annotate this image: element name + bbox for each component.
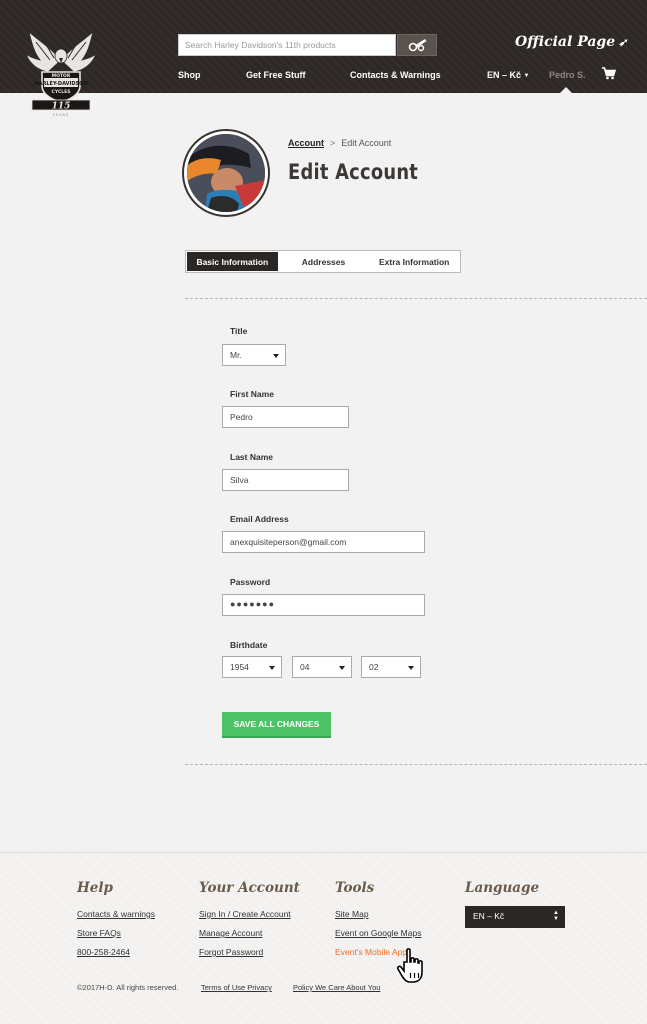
caret-down-icon: ▼	[523, 73, 530, 79]
account-tabs: Basic Information Addresses Extra Inform…	[185, 250, 461, 273]
svg-text:CYCLES: CYCLES	[52, 89, 71, 95]
birthdate-label: Birthdate	[230, 640, 268, 650]
terms-link[interactable]: Terms of Use Privacy	[201, 983, 272, 992]
copyright-text: ©2017H-D. All rights reserved.	[77, 983, 179, 992]
footer-help-heading: Help	[77, 880, 113, 896]
password-label: Password	[230, 577, 271, 587]
policy-link[interactable]: Policy We Care About You	[293, 983, 380, 992]
first-name-field[interactable]: Pedro	[222, 406, 349, 428]
first-name-label: First Name	[230, 389, 274, 399]
tab-basic-information[interactable]: Basic Information	[187, 252, 278, 271]
title-label: Title	[230, 326, 248, 336]
cart-icon	[602, 67, 617, 80]
nav-shop[interactable]: Shop	[178, 70, 201, 80]
language-value: EN – Kč	[473, 911, 505, 921]
nav-contacts-warnings[interactable]: Contacts & Warnings	[350, 70, 441, 80]
avatar[interactable]	[182, 129, 270, 217]
footer-link-google-maps[interactable]: Event on Google Maps	[335, 928, 421, 938]
breadcrumb-separator: >	[330, 138, 336, 148]
site-footer	[0, 852, 647, 1024]
updown-arrows-icon: ▲ ▼	[553, 910, 559, 922]
birth-day-select[interactable]: 02	[361, 656, 421, 678]
search-input[interactable]: Search Harley Davidson's 11th products	[178, 34, 396, 56]
password-field[interactable]: ●●●●●●●	[222, 594, 425, 616]
email-label: Email Address	[230, 514, 289, 524]
locale-label: EN – Kč	[487, 70, 522, 80]
avatar-photo	[187, 134, 265, 212]
divider	[185, 298, 647, 299]
language-select[interactable]: EN – Kč ▲ ▼	[465, 906, 565, 928]
email-field[interactable]: anexquisiteperson@gmail.com	[222, 531, 425, 553]
search-icon	[408, 39, 427, 52]
breadcrumb-account-link[interactable]: Account	[288, 138, 324, 148]
breadcrumb: Account > Edit Account	[288, 138, 391, 148]
footer-link-site-map[interactable]: Site Map	[335, 909, 369, 919]
last-name-field[interactable]: Silva	[222, 469, 349, 491]
active-menu-notch	[560, 87, 572, 93]
tab-extra-information[interactable]: Extra Information	[368, 251, 460, 272]
footer-link-phone[interactable]: 800-258-2464	[77, 947, 130, 957]
harley-davidson-logo[interactable]: HARLEY-DAVIDSON MOTOR CYCLES 115 YEARS	[25, 30, 97, 118]
official-page-label: Official Page	[515, 34, 616, 50]
birth-year-select[interactable]: 1954	[222, 656, 282, 678]
arrow-icon: ➶	[618, 36, 628, 49]
last-name-label: Last Name	[230, 452, 273, 462]
search-button[interactable]	[397, 34, 437, 56]
birth-month-select[interactable]: 04	[292, 656, 352, 678]
footer-link-sign-in[interactable]: Sign In / Create Account	[199, 909, 291, 919]
divider	[185, 764, 647, 765]
svg-text:YEARS: YEARS	[53, 113, 69, 117]
svg-text:HARLEY-DAVIDSON: HARLEY-DAVIDSON	[34, 81, 87, 87]
footer-link-forgot-password[interactable]: Forgot Password	[199, 947, 263, 957]
nav-get-free-stuff[interactable]: Get Free Stuff	[246, 70, 306, 80]
svg-text:115: 115	[52, 102, 71, 112]
save-all-changes-button[interactable]: SAVE ALL CHANGES	[222, 712, 331, 738]
hand-pointer-cursor-icon	[396, 948, 429, 989]
user-menu[interactable]: Pedro S.	[549, 70, 586, 80]
svg-text:MOTOR: MOTOR	[52, 73, 71, 79]
footer-link-store-faqs[interactable]: Store FAQs	[77, 928, 121, 938]
footer-link-contacts-warnings[interactable]: Contacts & warnings	[77, 909, 155, 919]
page-title: Edit Account	[288, 160, 419, 184]
breadcrumb-current: Edit Account	[341, 138, 392, 148]
footer-tools-heading: Tools	[335, 880, 375, 896]
locale-dropdown[interactable]: EN – Kč ▼	[487, 70, 529, 80]
footer-link-manage-account[interactable]: Manage Account	[199, 928, 262, 938]
footer-account-heading: Your Account	[199, 880, 300, 896]
official-page-link[interactable]: Official Page ➶	[515, 34, 627, 50]
tab-addresses[interactable]: Addresses	[279, 251, 369, 272]
footer-language-heading: Language	[465, 880, 540, 896]
cart-button[interactable]	[602, 67, 617, 85]
title-select[interactable]: Mr.	[222, 344, 286, 366]
